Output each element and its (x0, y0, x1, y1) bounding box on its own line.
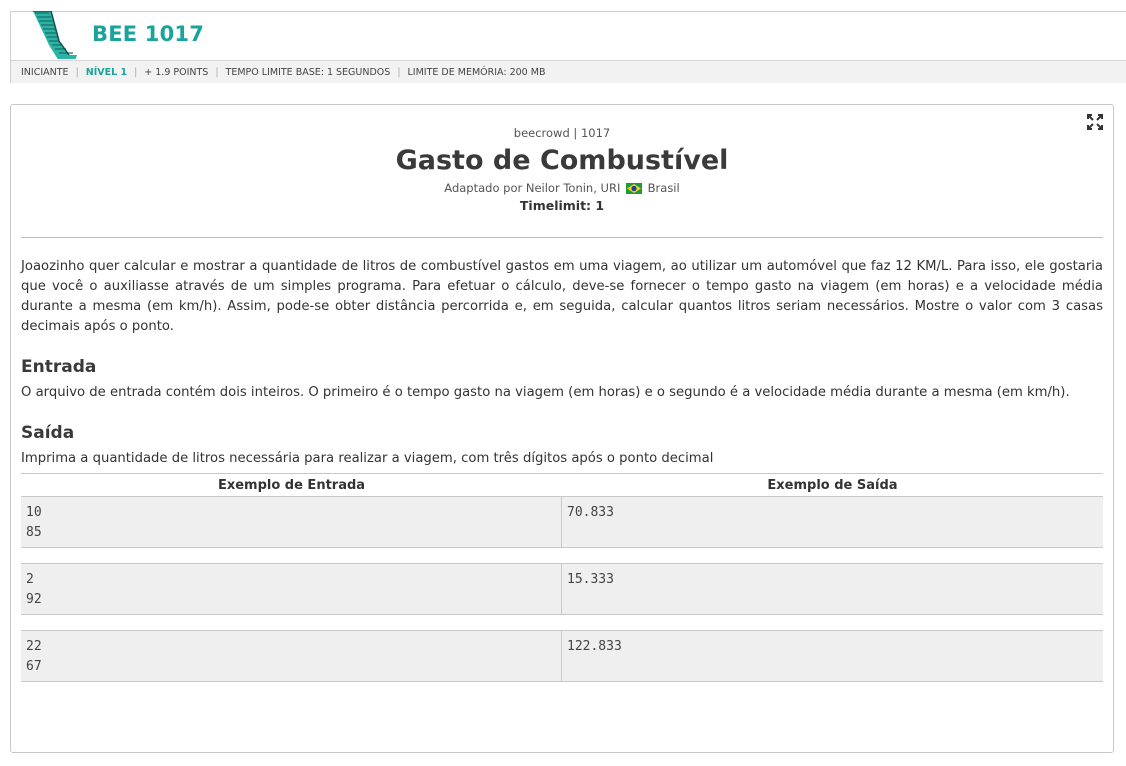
meta-points: + 1.9 POINTS (144, 66, 209, 78)
sample-gap (21, 615, 1103, 631)
sample-output[interactable]: 122.833 (562, 631, 1103, 681)
samples-output-header: Exemplo de Saída (767, 477, 898, 493)
author-country: Brasil (647, 181, 680, 195)
sample-input[interactable]: 22 67 (21, 631, 562, 681)
problem-title-block: beecrowd | 1017 Gasto de Combustível Ada… (11, 125, 1113, 216)
problem-header: BEE 1017 INICIANTE | NÍVEL 1 | + 1.9 POI… (10, 11, 1126, 83)
input-section-text: O arquivo de entrada contém dois inteiro… (21, 385, 1070, 400)
sample-row: 22 67 122.833 (21, 631, 1103, 682)
problem-description: Joaozinho quer calcular e mostrar a quan… (21, 259, 1103, 334)
samples-table: Exemplo de Entrada Exemplo de Saída 10 8… (21, 473, 1103, 682)
sample-gap (21, 548, 1103, 564)
beecrowd-logo-icon[interactable] (29, 11, 91, 59)
meta-memory-limit: LIMITE DE MEMÓRIA: 200 MB (407, 66, 546, 78)
header-divider (21, 237, 1103, 238)
problem-source: beecrowd | 1017 (513, 126, 611, 140)
meta-separator: | (134, 66, 138, 78)
problem-author: Adaptado por Neilor Tonin, URI Brasil (11, 180, 1113, 196)
problem-meta-bar: INICIANTE | NÍVEL 1 | + 1.9 POINTS | TEM… (11, 60, 1126, 83)
samples-header-row: Exemplo de Entrada Exemplo de Saída (21, 473, 1103, 497)
sample-row: 10 85 70.833 (21, 497, 1103, 548)
problem-statement-card: beecrowd | 1017 Gasto de Combustível Ada… (10, 104, 1114, 753)
output-section-text: Imprima a quantidade de litros necessári… (21, 451, 714, 466)
problem-title: Gasto de Combustível (395, 145, 729, 176)
samples-input-header: Exemplo de Entrada (217, 477, 366, 493)
meta-time-limit: TEMPO LIMITE BASE: 1 SEGUNDOS (225, 66, 391, 78)
problem-code: BEE 1017 (92, 22, 205, 46)
meta-category: INICIANTE (21, 66, 69, 78)
meta-separator: | (75, 66, 79, 78)
input-section-title: Entrada (21, 357, 97, 377)
meta-separator: | (215, 66, 219, 78)
sample-output[interactable]: 70.833 (562, 497, 1103, 547)
sample-row: 2 92 15.333 (21, 564, 1103, 615)
problem-timelimit: Timelimit: 1 (519, 198, 605, 213)
author-text: Adaptado por Neilor Tonin, URI (444, 181, 621, 195)
meta-level: NÍVEL 1 (85, 66, 128, 78)
problem-content: Joaozinho quer calcular e mostrar a quan… (21, 257, 1103, 469)
sample-input[interactable]: 10 85 (21, 497, 562, 547)
meta-separator: | (397, 66, 401, 78)
brazil-flag-icon (626, 182, 642, 198)
sample-input[interactable]: 2 92 (21, 564, 562, 614)
sample-output[interactable]: 15.333 (562, 564, 1103, 614)
output-section-title: Saída (21, 423, 75, 443)
